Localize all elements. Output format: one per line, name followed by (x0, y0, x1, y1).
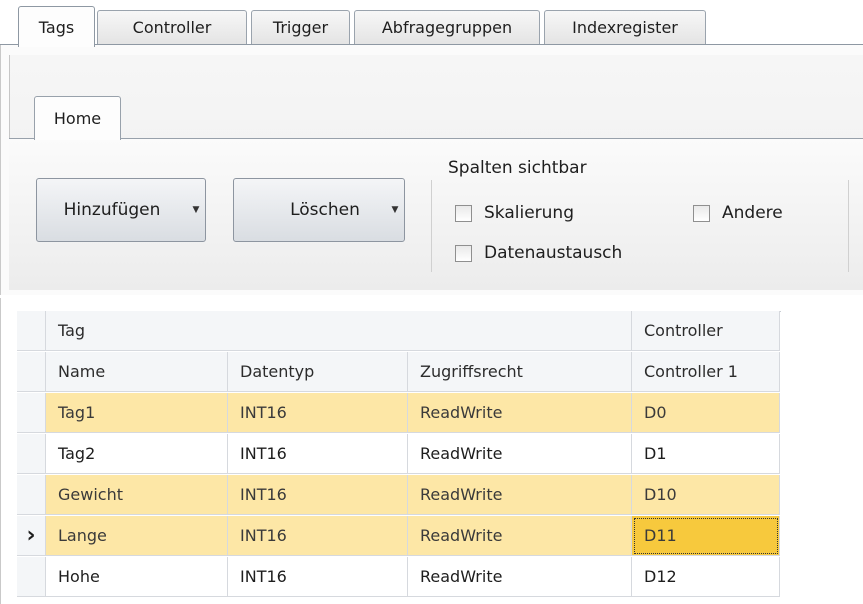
ribbon-tab-home[interactable]: Home (34, 96, 121, 140)
checkbox-box[interactable] (455, 204, 472, 222)
checkbox-label: Andere (722, 203, 783, 223)
dropdown-arrow-icon: ▼ (391, 205, 399, 215)
cell-address-selected[interactable]: D11 (632, 516, 780, 556)
cell-name[interactable]: Lange (46, 516, 228, 556)
tab-trigger[interactable]: Trigger (251, 10, 350, 44)
add-button[interactable]: Hinzufügen ▼ (36, 178, 206, 242)
table-row[interactable]: Hohe INT16 ReadWrite D12 (17, 557, 780, 597)
tab-controller[interactable]: Controller (97, 10, 247, 44)
table-row[interactable]: Gewicht INT16 ReadWrite D10 (17, 475, 780, 515)
current-row-indicator-icon[interactable]: › (17, 516, 46, 556)
cell-name[interactable]: Tag2 (46, 434, 228, 474)
row-header-cell (17, 352, 46, 392)
tab-indexregister[interactable]: Indexregister (544, 10, 706, 44)
table-row[interactable]: Tag1 INT16 ReadWrite D0 (17, 393, 780, 433)
grid-column-header: Name Datentyp Zugriffsrecht Controller 1 (17, 352, 780, 392)
row-header-cell[interactable] (17, 475, 46, 515)
group-header-tag[interactable]: Tag (46, 311, 632, 351)
cell-zugriffsrecht[interactable]: ReadWrite (408, 516, 632, 556)
column-header-datentyp[interactable]: Datentyp (228, 352, 408, 392)
cell-datentyp[interactable]: INT16 (228, 516, 408, 556)
cell-zugriffsrecht[interactable]: ReadWrite (408, 434, 632, 474)
cell-zugriffsrecht[interactable]: ReadWrite (408, 393, 632, 433)
add-button-label: Hinzufügen (63, 200, 161, 220)
cell-datentyp[interactable]: INT16 (228, 557, 408, 597)
checkbox-label: Skalierung (484, 203, 574, 223)
grid-group-header: Tag Controller (17, 311, 780, 351)
checkbox-label: Datenaustausch (484, 243, 623, 263)
row-header-cell[interactable] (17, 393, 46, 433)
tab-abfragegruppen[interactable]: Abfragegruppen (354, 10, 540, 44)
dropdown-arrow-icon: ▼ (192, 205, 200, 215)
column-header-zugriffsrecht[interactable]: Zugriffsrecht (408, 352, 632, 392)
checkbox-box[interactable] (455, 244, 472, 262)
cell-datentyp[interactable]: INT16 (228, 393, 408, 433)
cell-name[interactable]: Hohe (46, 557, 228, 597)
cell-zugriffsrecht[interactable]: ReadWrite (408, 557, 632, 597)
cell-address[interactable]: D0 (632, 393, 780, 433)
cell-name[interactable]: Gewicht (46, 475, 228, 515)
checkbox-datenaustausch[interactable]: Datenaustausch (455, 243, 622, 263)
cell-datentyp[interactable]: INT16 (228, 475, 408, 515)
table-row-current[interactable]: › Lange INT16 ReadWrite D11 (17, 516, 780, 556)
ribbon-separator (431, 180, 432, 272)
cell-address[interactable]: D1 (632, 434, 780, 474)
column-header-controller1[interactable]: Controller 1 (632, 352, 780, 392)
cell-zugriffsrecht[interactable]: ReadWrite (408, 475, 632, 515)
row-header-cell[interactable] (17, 434, 46, 474)
table-row[interactable]: Tag2 INT16 ReadWrite D1 (17, 434, 780, 474)
columns-visible-group-title: Spalten sichtbar (448, 158, 587, 178)
checkbox-skalierung[interactable]: Skalierung (455, 203, 574, 223)
cell-address[interactable]: D10 (632, 475, 780, 515)
delete-button-label: Löschen (290, 200, 360, 220)
row-header-cell[interactable] (17, 557, 46, 597)
cell-name[interactable]: Tag1 (46, 393, 228, 433)
column-header-name[interactable]: Name (46, 352, 228, 392)
ribbon-separator (848, 180, 849, 272)
cell-address[interactable]: D12 (632, 557, 780, 597)
cell-datentyp[interactable]: INT16 (228, 434, 408, 474)
checkbox-box[interactable] (693, 204, 710, 222)
checkbox-andere[interactable]: Andere (693, 203, 783, 223)
delete-button[interactable]: Löschen ▼ (233, 178, 405, 242)
group-header-controller[interactable]: Controller (632, 311, 780, 351)
tab-tags[interactable]: Tags (18, 6, 95, 47)
row-header-cell (17, 311, 46, 351)
